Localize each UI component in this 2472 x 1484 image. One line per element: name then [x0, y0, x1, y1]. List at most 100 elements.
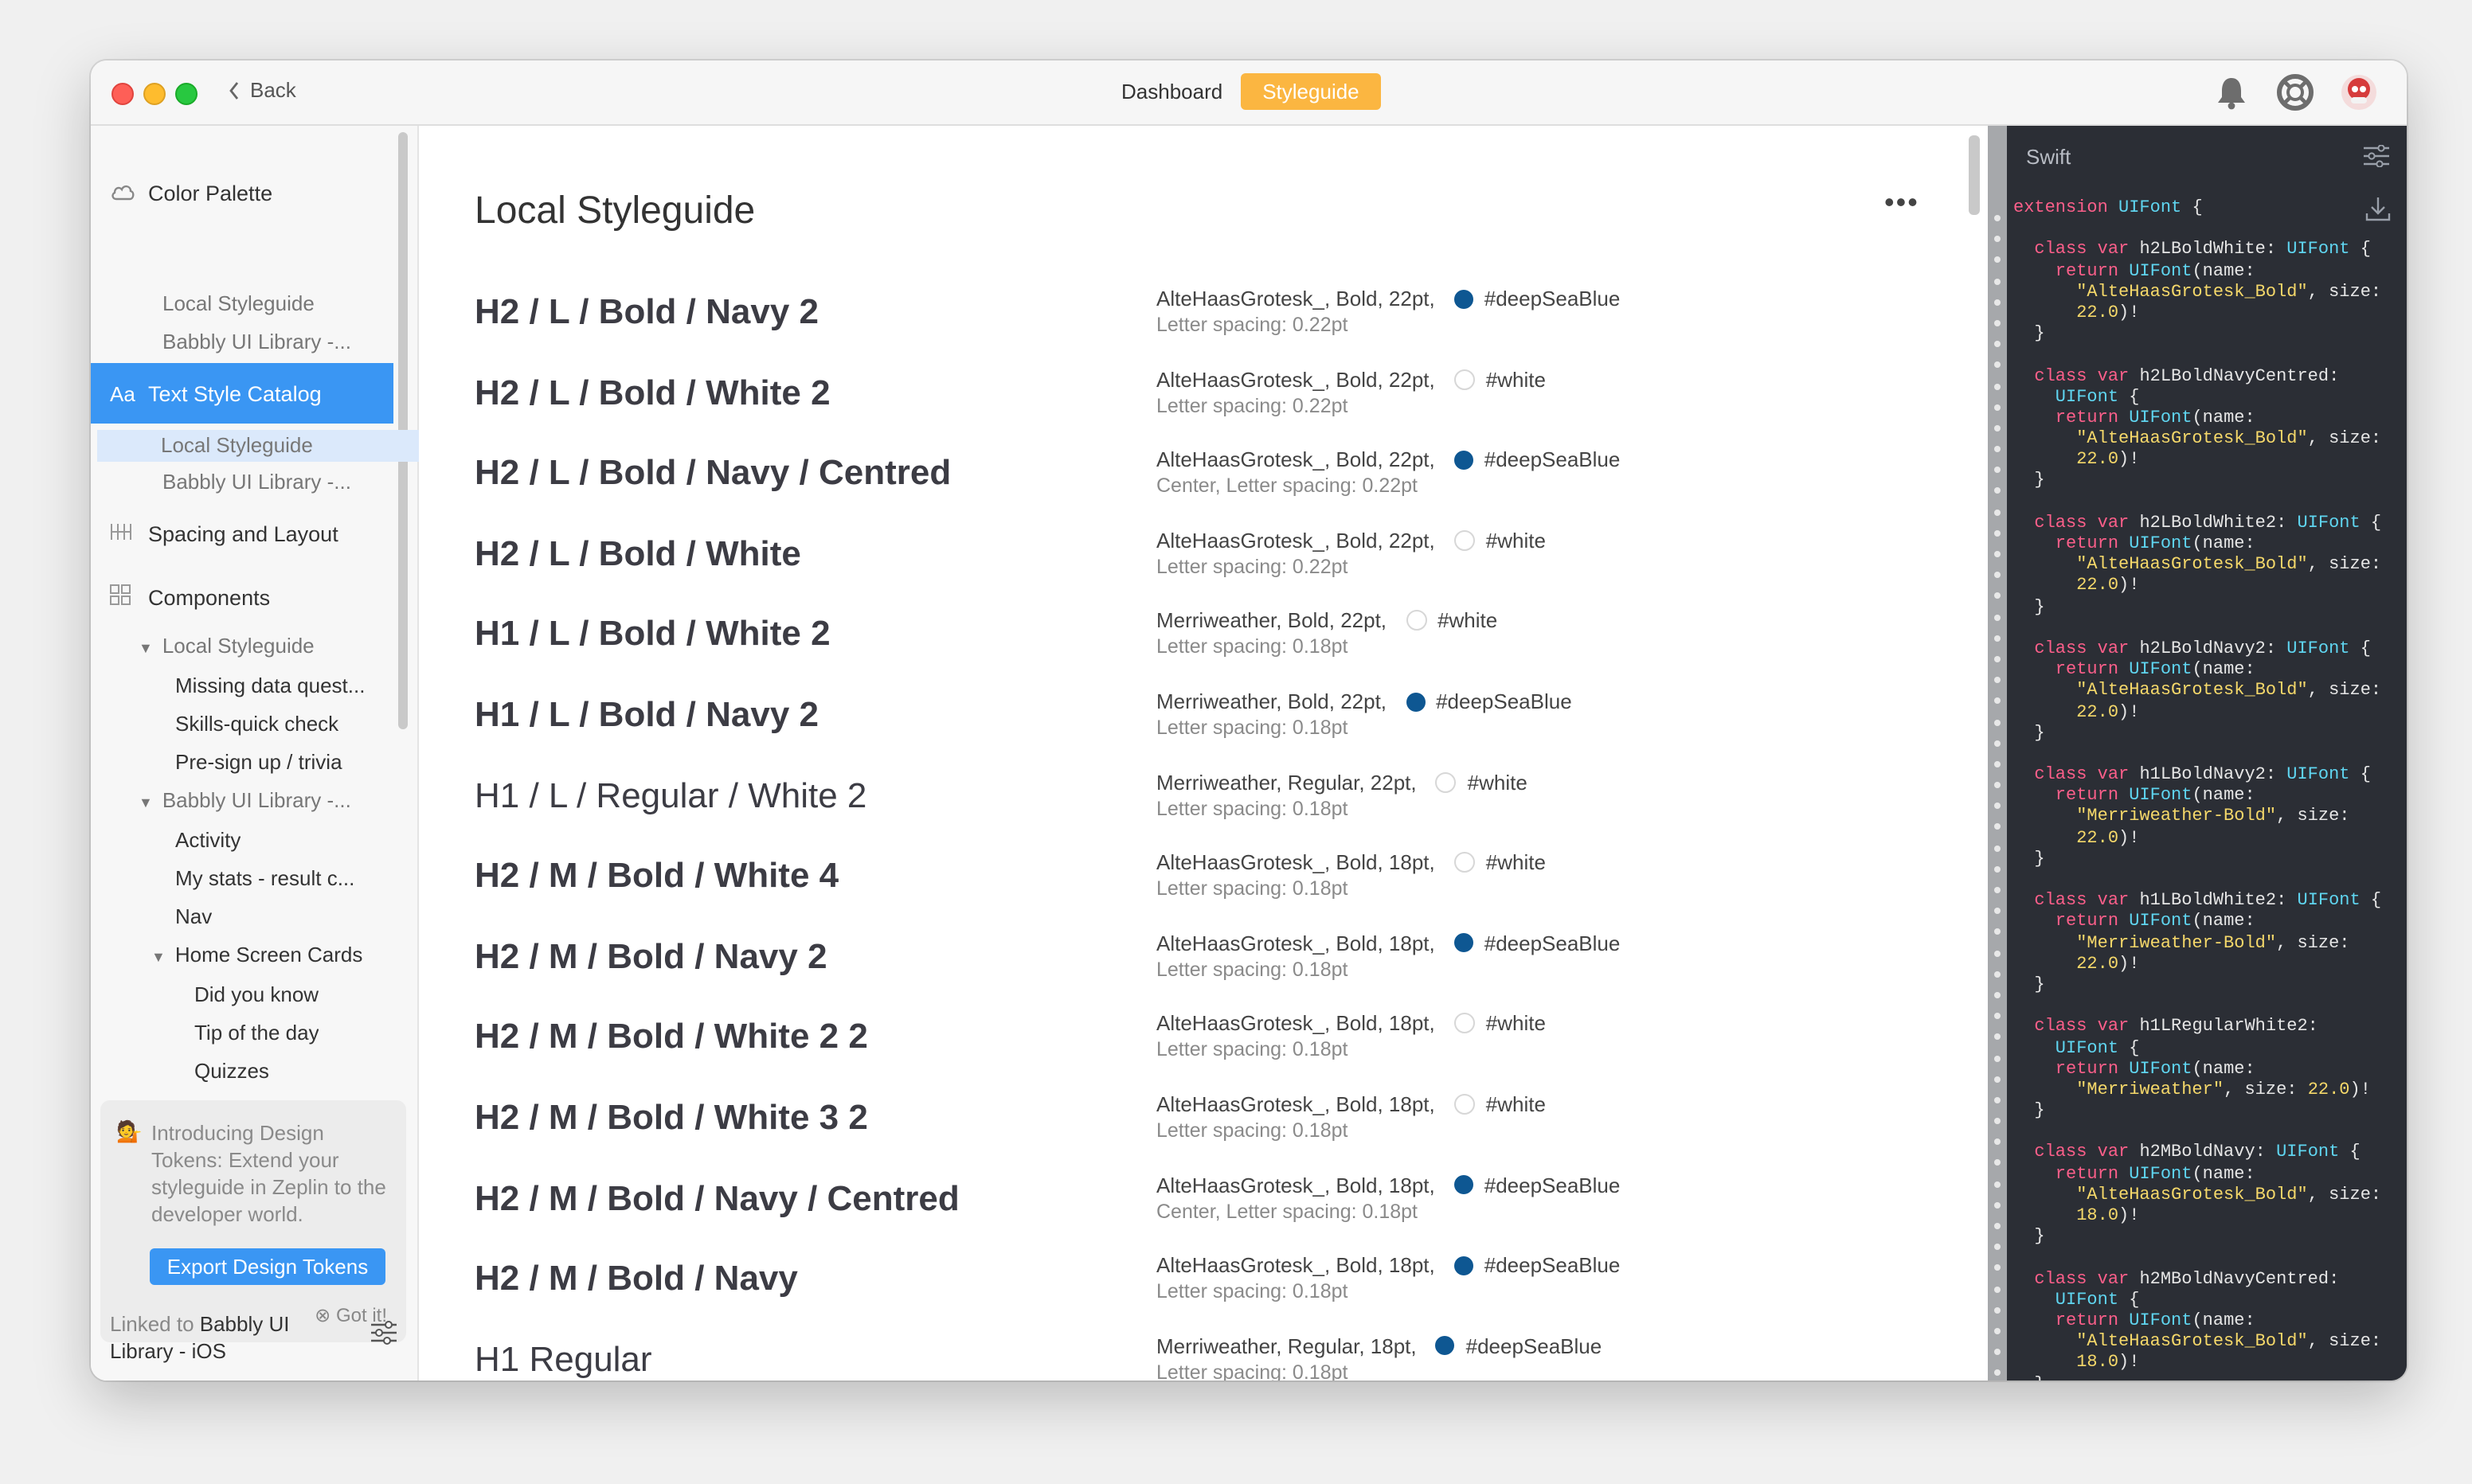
code-token: UIFont [2297, 514, 2361, 533]
component-activity[interactable]: Activity [175, 828, 241, 852]
color-name[interactable]: #white [1437, 609, 1497, 633]
gutter-dot [1994, 970, 2001, 978]
text-style-name: H2 / L / Bold / Navy 2 [475, 291, 819, 331]
text-style-row[interactable]: H1 Regular Merriweather, Regular, 18pt, #d… [475, 1331, 1956, 1381]
help-lifebuoy-icon[interactable] [2276, 73, 2314, 111]
component-missing-data[interactable]: Missing data quest... [175, 674, 365, 697]
close-window-button[interactable] [111, 83, 134, 105]
component-pre-sign-up[interactable]: Pre-sign up / trivia [175, 750, 342, 774]
code-token: 22.0 [2307, 1080, 2350, 1100]
sidebar-item-components[interactable]: Components [91, 580, 393, 615]
text-style-row[interactable]: H2 / M / Bold / White 4 AlteHaasGrotesk_,… [475, 847, 1956, 927]
sidebar-item-label: Text Style Catalog [148, 381, 322, 405]
cloud-icon [110, 181, 148, 205]
text-style-row[interactable]: H2 / L / Bold / White AlteHaasGrotesk_, B… [475, 525, 1956, 605]
code-language-label[interactable]: Swift [2026, 145, 2071, 169]
text-style-spec: AlteHaasGrotesk_, Bold, 18pt, #white [1156, 1092, 1546, 1116]
color-name[interactable]: #deepSeaBlue [1484, 287, 1621, 310]
color-name[interactable]: #white [1486, 850, 1546, 874]
more-options-button[interactable]: ••• [1884, 186, 1919, 220]
sidebar-item-spacing[interactable]: Spacing and Layout [91, 516, 393, 551]
app-window: Back Dashboard Styleguide Color Palette [91, 61, 2407, 1381]
color-palette-local[interactable]: Local Styleguide [162, 291, 315, 315]
code-token: UIFont [2013, 1291, 2119, 1310]
code-line: class var h2LBoldWhite2: UIFont { [2013, 514, 2381, 535]
sidebar: Color Palette Local Styleguide Babbly UI… [91, 126, 444, 1381]
code-line: class var h2MBoldNavy: UIFont { [2013, 1144, 2381, 1165]
code-line: } [2013, 724, 2381, 744]
gutter-dot [1994, 928, 2001, 935]
code-token: UIFont [2013, 1039, 2119, 1058]
zoom-window-button[interactable] [175, 83, 198, 105]
back-button[interactable]: Back [228, 78, 296, 102]
color-name[interactable]: #white [1486, 1012, 1546, 1036]
component-did-you-know[interactable]: Did you know [194, 982, 319, 1006]
color-name[interactable]: #white [1486, 1092, 1546, 1116]
sidebar-item-text-style-catalog[interactable]: Aa Text Style Catalog [91, 363, 393, 424]
font-spec: Merriweather, Bold, 22pt, [1156, 689, 1387, 713]
color-palette-babbly[interactable]: Babbly UI Library -... [162, 330, 351, 353]
color-name[interactable]: #deepSeaBlue [1436, 689, 1572, 713]
color-name[interactable]: #deepSeaBlue [1484, 1173, 1621, 1197]
components-home-screen-cards[interactable]: ▼ Home Screen Cards [151, 943, 362, 967]
export-design-tokens-button[interactable]: Export Design Tokens [150, 1248, 385, 1285]
color-swatch-icon [1453, 289, 1473, 308]
text-style-row[interactable]: H2 / L / Bold / Navy 2 AlteHaasGrotesk_, … [475, 283, 1956, 363]
text-style-babbly[interactable]: Babbly UI Library -... [162, 470, 351, 494]
code-token: } [2013, 724, 2045, 744]
design-tokens-promo: 💁 Introducing Design Tokens: Extend your… [100, 1100, 406, 1342]
text-style-row[interactable]: H2 / L / Bold / White 2 AlteHaasGrotesk_,… [475, 364, 1956, 443]
font-spec: Merriweather, Bold, 22pt, [1156, 608, 1387, 633]
component-quizzes[interactable]: Quizzes [194, 1059, 269, 1083]
group-label: Home Screen Cards [174, 943, 363, 967]
code-line: 22.0)! [2013, 577, 2381, 598]
tab-styleguide[interactable]: Styleguide [1240, 73, 1382, 110]
text-style-row[interactable]: H2 / M / Bold / White 3 2 AlteHaasGrotesk… [475, 1089, 1956, 1169]
code-line: "Merriweather-Bold", size: [2013, 934, 2381, 955]
gutter-dot [1994, 635, 2001, 642]
color-name[interactable]: #deepSeaBlue [1484, 1253, 1621, 1277]
code-token: )! [2118, 1207, 2140, 1226]
code-token: 22.0 [2013, 303, 2119, 323]
color-name[interactable]: #white [1468, 770, 1527, 794]
text-style-row[interactable]: H2 / M / Bold / Navy 2 AlteHaasGrotesk_, … [475, 928, 1956, 1008]
swift-code-block[interactable]: extension UIFont { class var h2LBoldWhit… [2013, 199, 2381, 1381]
text-style-row[interactable]: H2 / L / Bold / Navy / Centred AlteHaasGr… [475, 444, 1956, 524]
tab-dashboard[interactable]: Dashboard [1110, 73, 1234, 110]
sidebar-item-color-palette[interactable]: Color Palette [91, 175, 393, 210]
code-token: h1LBoldWhite2: [2139, 892, 2298, 912]
color-swatch-icon [1453, 450, 1473, 470]
component-my-stats[interactable]: My stats - result c... [175, 866, 354, 890]
text-style-row[interactable]: H1 / L / Regular / White 2 Merriweather, … [475, 767, 1956, 846]
text-style-row[interactable]: H2 / M / Bold / White 2 2 AlteHaasGrotesk… [475, 1009, 1956, 1088]
notification-bell-icon[interactable] [2212, 73, 2251, 111]
color-name[interactable]: #deepSeaBlue [1484, 931, 1621, 955]
gutter-dot [1994, 803, 2001, 810]
code-token: { [2349, 639, 2371, 659]
text-style-row[interactable]: H1 / L / Bold / Navy 2 Merriweather, Bold… [475, 686, 1956, 766]
user-avatar[interactable] [2340, 73, 2378, 111]
color-name[interactable]: #deepSeaBlue [1466, 1334, 1602, 1358]
component-nav[interactable]: Nav [175, 904, 212, 928]
text-style-row[interactable]: H2 / M / Bold / Navy / Centred AlteHaasGr… [475, 1170, 1956, 1249]
components-babbly-library[interactable]: ▼ Babbly UI Library -... [139, 788, 351, 812]
component-skills-check[interactable]: Skills-quick check [175, 712, 338, 736]
code-line: class var h1LBoldWhite2: UIFont { [2013, 892, 2381, 912]
code-token: return [2013, 1165, 2130, 1185]
text-style-local[interactable]: Local Styleguide [97, 430, 444, 462]
text-style-spec: Merriweather, Bold, 22pt, #white [1156, 609, 1497, 633]
component-tip-of-day[interactable]: Tip of the day [194, 1021, 319, 1045]
main-scrollbar[interactable] [1969, 135, 1980, 215]
code-line: UIFont { [2013, 1039, 2381, 1060]
color-name[interactable]: #deepSeaBlue [1484, 447, 1621, 471]
text-style-row[interactable]: H2 / M / Bold / Navy AlteHaasGrotesk_, Bo… [475, 1250, 1956, 1330]
color-name[interactable]: #white [1486, 529, 1546, 553]
sliders-settings-icon[interactable] [370, 1320, 398, 1353]
gutter-dot [1994, 1327, 2001, 1334]
filter-sliders-icon[interactable] [2362, 144, 2391, 175]
components-local-styleguide[interactable]: ▼ Local Styleguide [139, 634, 315, 658]
minimize-window-button[interactable] [143, 83, 166, 105]
text-style-row[interactable]: H1 / L / Bold / White 2 Merriweather, Bol… [475, 606, 1956, 685]
gutter-dot [1994, 823, 2001, 830]
color-name[interactable]: #white [1486, 367, 1546, 391]
